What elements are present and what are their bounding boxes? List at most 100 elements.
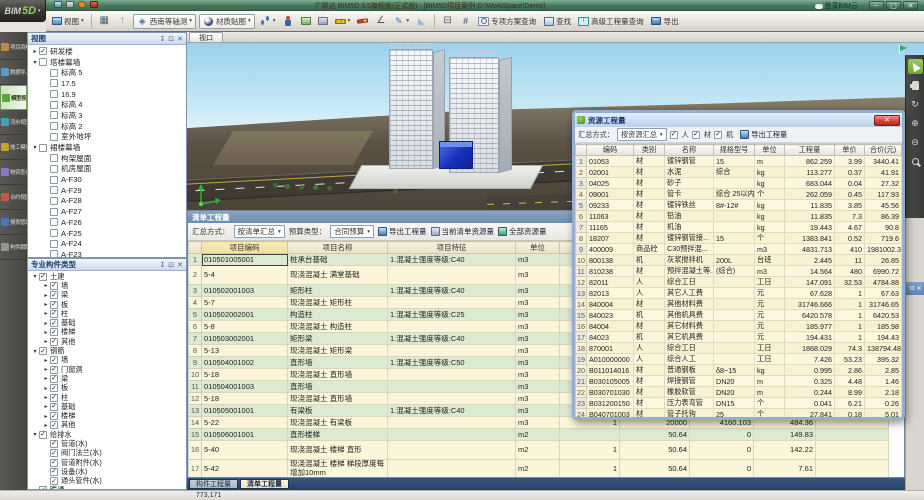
cell-code[interactable]: 010504001002 — [202, 357, 288, 369]
cell-total[interactable]: 138794.48 — [865, 343, 902, 354]
cell-spec[interactable] — [714, 299, 755, 310]
cell-unit-price[interactable]: 149.83 — [754, 429, 816, 441]
cell-name[interactable]: C30预拌混... — [665, 244, 714, 255]
cell-quantity[interactable]: 194.431 — [785, 332, 835, 343]
checkbox[interactable]: ✓ — [50, 319, 58, 327]
table-row[interactable]: 21B030105005材焊接钢管DN20m0.3254.481.46 — [576, 376, 902, 387]
all-resource-button[interactable]: 全部资源量 — [498, 226, 547, 237]
cell-spec[interactable]: 8#-12# — [714, 200, 755, 211]
checkbox[interactable] — [50, 240, 58, 248]
cell-total[interactable]: 27.32 — [865, 178, 902, 189]
checkbox[interactable] — [50, 111, 58, 119]
cell-code[interactable]: 010504001003 — [202, 381, 288, 393]
cell-name[interactable]: 现浇混凝土 楼梯 直形 — [288, 441, 388, 460]
cell-code[interactable]: 04025 — [587, 178, 634, 189]
cell-name[interactable]: 其他机具费 — [665, 310, 714, 321]
cell-quantity[interactable]: 185.977 — [785, 321, 835, 332]
cell-total[interactable]: 117.93 — [865, 189, 902, 200]
table-row[interactable]: 23B031200150材压力表弯管DN15个0.0416.210.26 — [576, 398, 902, 409]
cell-quantity[interactable]: 11.835 — [785, 211, 835, 222]
expander-icon[interactable]: ▸ — [42, 310, 50, 317]
cell-category[interactable]: 材 — [634, 387, 665, 398]
cell-unit[interactable]: m3 — [516, 333, 560, 345]
cell-code[interactable]: 800138 — [587, 255, 634, 266]
cell-unit-price[interactable]: 0.18 — [835, 409, 865, 418]
checkbox[interactable] — [39, 58, 47, 66]
cell-category[interactable]: 材 — [634, 189, 665, 200]
image-manager-button[interactable] — [316, 16, 330, 26]
tree-item[interactable]: ▸✓板 — [28, 300, 186, 309]
checkbox[interactable]: ✓ — [39, 431, 47, 439]
cell-unit[interactable]: m3 — [516, 393, 560, 405]
cell-category[interactable]: 人 — [634, 343, 665, 354]
cell-unit[interactable]: 个 — [755, 233, 785, 244]
cell-spec[interactable] — [714, 332, 755, 343]
cell-spec[interactable] — [714, 211, 755, 222]
column-header[interactable]: 名称 — [665, 145, 714, 156]
expander-icon[interactable]: ▸ — [42, 282, 50, 289]
tree-item[interactable]: ▾✓暖通 — [28, 486, 186, 489]
cell-name[interactable]: 现浇混凝土 直形墙 — [288, 393, 388, 405]
cell-quantity[interactable]: 2.445 — [785, 255, 835, 266]
cell-unit-price[interactable]: 7.61 — [754, 460, 816, 478]
cell-code[interactable]: 82011 — [587, 277, 634, 288]
cell-quantity[interactable]: 262.059 — [785, 189, 835, 200]
cell-unit-price[interactable]: 0.04 — [835, 178, 865, 189]
cell-name[interactable]: 现浇混凝土 矩形柱 — [288, 297, 388, 309]
cell-category[interactable]: 材 — [634, 156, 665, 167]
cell-feature[interactable] — [388, 321, 516, 333]
expander-icon[interactable]: ▸ — [42, 394, 50, 401]
cell-total[interactable]: 2.18 — [865, 387, 902, 398]
cell-total[interactable]: 4784.88 — [865, 277, 902, 288]
close-icon[interactable]: ✕ — [917, 285, 922, 292]
tree-item[interactable]: ▸✓研发楼 — [28, 46, 186, 57]
special-plan-query-button[interactable]: 专项方案查询 — [476, 15, 538, 28]
cell-model-qty[interactable]: 0 — [690, 429, 754, 441]
expander-icon[interactable]: ▾ — [31, 431, 39, 438]
checkbox[interactable]: ✓ — [50, 468, 58, 476]
table-row[interactable]: 1784023机其它机具费元194.4311194.43 — [576, 332, 902, 343]
cell-name[interactable]: 现浇混凝土 有梁板 — [288, 417, 388, 429]
cell-unit[interactable]: m3 — [755, 244, 785, 255]
expander-icon[interactable]: ▸ — [42, 338, 50, 345]
cell-quantity[interactable]: 27.841 — [785, 409, 835, 418]
flag-icon[interactable] — [90, 1, 98, 8]
tree-item[interactable]: ▸✓柱 — [28, 393, 186, 402]
cell-unit-price[interactable]: 2.86 — [835, 365, 865, 376]
cell-code[interactable]: B030701030 — [587, 387, 634, 398]
cell-code[interactable]: 18207 — [587, 233, 634, 244]
cell-unit[interactable]: m — [755, 387, 785, 398]
cell-quota[interactable]: 1 — [560, 460, 620, 478]
cell-code[interactable]: 11063 — [587, 211, 634, 222]
close-button[interactable]: ✕ — [874, 115, 900, 126]
cell-code[interactable]: 840023 — [587, 310, 634, 321]
column-header[interactable]: 单位 — [755, 145, 785, 156]
cell-code[interactable]: 5-18 — [202, 369, 288, 381]
tree-item[interactable]: ▸✓基础 — [28, 402, 186, 411]
cell-code[interactable]: B011014016 — [587, 365, 634, 376]
expander-icon[interactable]: ▸ — [42, 422, 50, 429]
viewport-tab[interactable]: 视口 — [189, 32, 223, 42]
cell-total[interactable]: 26.85 — [865, 255, 902, 266]
cell-spec[interactable]: 综合 25以内 — [714, 189, 755, 200]
cell-category[interactable]: 材 — [634, 200, 665, 211]
markup-button[interactable] — [355, 15, 370, 28]
pin-icon[interactable]: ↧ — [159, 261, 165, 269]
cell-unit[interactable]: m3 — [516, 321, 560, 333]
tree-item[interactable]: A-F26 — [28, 217, 186, 228]
cell-name[interactable]: 矩形柱 — [288, 285, 388, 297]
cell-unit-price[interactable]: 1 — [835, 310, 865, 321]
cell-total[interactable]: 41.91 — [865, 167, 902, 178]
cell-quantity[interactable]: 113.277 — [785, 167, 835, 178]
tree-item[interactable]: ▸✓其他 — [28, 421, 186, 430]
cell-name[interactable]: 其他材料费 — [665, 299, 714, 310]
cell-unit-price[interactable]: 32.53 — [835, 277, 865, 288]
column-header[interactable]: 合价(元) — [865, 145, 902, 156]
cell-unit[interactable]: 台班 — [755, 255, 785, 266]
cell-unit[interactable]: m3 — [516, 254, 560, 266]
checkbox[interactable] — [50, 208, 58, 216]
cell-unit-price[interactable]: 0.52 — [835, 233, 865, 244]
cell-category[interactable]: 材 — [634, 409, 665, 418]
checkbox[interactable]: ✓ — [50, 338, 58, 346]
table-row[interactable]: 611063材铅油kg11.8357.386.39 — [576, 211, 902, 222]
